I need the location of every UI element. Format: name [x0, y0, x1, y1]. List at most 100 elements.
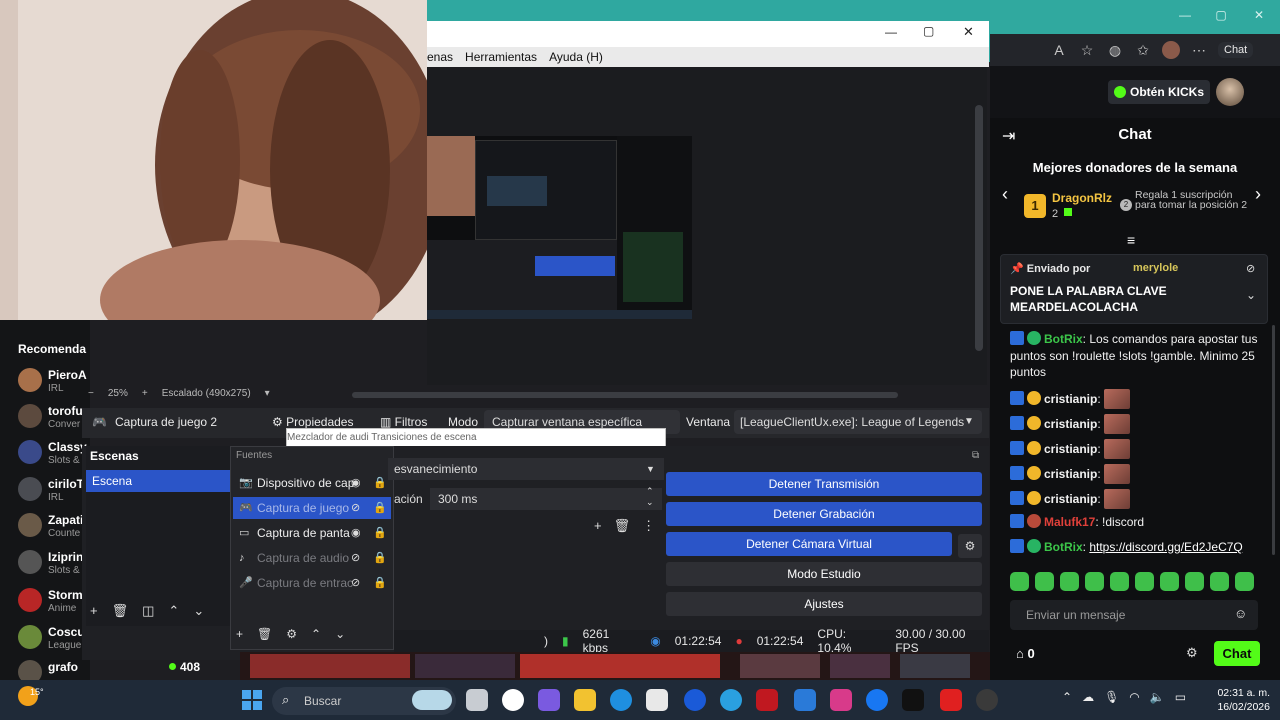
dock-tabs[interactable]: Mezclador de audi Transiciones de escena [286, 428, 666, 448]
add-icon[interactable]: + [594, 518, 602, 536]
mcafee-icon[interactable] [756, 689, 778, 711]
favorites-icon[interactable]: ✩ [1134, 41, 1152, 59]
eye-hidden-icon[interactable]: ⊘ [351, 497, 360, 519]
zoom-out-icon[interactable]: − [88, 388, 94, 399]
source-item[interactable]: ♪ Captura de audio ⊘ 🔒 [233, 547, 391, 569]
settings-button[interactable]: Ajustes [666, 592, 982, 616]
clock[interactable]: 02:31 a. m. 16/02/2026 [1210, 686, 1270, 714]
lock-icon[interactable]: 🔒 [373, 522, 387, 544]
gear-icon[interactable]: ⚙ [1186, 645, 1198, 661]
emote-icon[interactable] [1085, 572, 1104, 591]
edge-icon[interactable] [610, 689, 632, 711]
extension-icon[interactable]: ◍ [1106, 41, 1124, 59]
channel-points[interactable]: ⌂ 0 [1016, 646, 1035, 661]
copilot-chat-button[interactable]: Chat [1218, 42, 1254, 58]
start-icon[interactable] [242, 690, 262, 710]
preview-scrollbar-vertical[interactable] [975, 105, 983, 351]
source-item[interactable]: 🎤 Captura de entrac ⊘ 🔒 [233, 572, 391, 594]
gear-icon[interactable]: ⚙ [958, 534, 982, 558]
instagram-icon[interactable] [830, 689, 852, 711]
add-icon[interactable]: + [90, 603, 98, 621]
source-item[interactable]: 📷 Dispositivo de cap ◉ 🔒 [233, 472, 391, 494]
chevron-down-icon[interactable]: ▼ [646, 464, 655, 474]
eye-hidden-icon[interactable]: ⊘ [351, 547, 360, 569]
store-icon[interactable] [646, 689, 668, 711]
stop-virtual-camera-button[interactable]: Detener Cámara Virtual [666, 532, 952, 556]
trash-icon[interactable]: 🗑 [257, 627, 272, 645]
read-aloud-icon[interactable]: A [1050, 41, 1068, 59]
source-item[interactable]: 🎮 Captura de juego ⊘ 🔒 [233, 497, 391, 519]
mail-icon[interactable] [794, 689, 816, 711]
trash-icon[interactable]: 🗑 [112, 603, 129, 621]
emote-icon[interactable] [1135, 572, 1154, 591]
send-chat-button[interactable]: Chat [1214, 641, 1260, 666]
emoji-icon[interactable]: ☺ [1234, 606, 1247, 621]
source-item[interactable]: ▭ Captura de panta ◉ 🔒 [233, 522, 391, 544]
stepper-icon[interactable]: ⌃ ⌄ [646, 486, 654, 508]
chevron-up-icon[interactable]: ⌃ [311, 627, 321, 645]
facebook-icon[interactable] [866, 689, 888, 711]
emote-icon[interactable] [1010, 572, 1029, 591]
close-icon[interactable]: ✕ [1244, 8, 1274, 26]
tiktok-icon[interactable] [902, 689, 924, 711]
scene-item[interactable]: Escena [86, 470, 230, 492]
emote-icon[interactable] [1185, 572, 1204, 591]
eye-hidden-icon[interactable]: ⊘ [351, 572, 360, 594]
app-icon[interactable] [720, 689, 742, 711]
chevron-left-icon[interactable]: ‹ [1002, 184, 1008, 205]
chrome-icon[interactable] [502, 689, 524, 711]
chat-username[interactable]: cristianip [1044, 492, 1097, 506]
profile-icon[interactable] [1162, 41, 1180, 59]
chevron-up-icon[interactable]: ⌃ [168, 603, 179, 621]
recommended-channel[interactable]: PieroA IRL [18, 368, 98, 404]
chat-username[interactable]: cristianip [1044, 442, 1097, 456]
lock-icon[interactable]: 🔒 [373, 497, 387, 519]
menu-tools[interactable]: Herramientas [465, 50, 537, 64]
task-view-icon[interactable] [466, 689, 488, 711]
lock-icon[interactable]: 🔒 [373, 472, 387, 494]
filter-icon[interactable]: ◫ [142, 603, 154, 621]
more-icon[interactable]: ⋮ [642, 518, 655, 536]
gear-icon[interactable]: ⚙ [286, 627, 297, 645]
eye-icon[interactable]: ◉ [351, 522, 361, 544]
emote-icon[interactable] [1110, 572, 1129, 591]
chat-username[interactable]: Malufk17 [1044, 515, 1095, 529]
lock-icon[interactable]: 🔒 [373, 547, 387, 569]
menu-scenes[interactable]: enas [427, 50, 453, 64]
chevron-down-icon[interactable]: ▼ [964, 416, 974, 427]
eye-icon[interactable]: ◉ [351, 472, 361, 494]
obs-icon[interactable] [976, 689, 998, 711]
chat-input[interactable]: Enviar un mensaje [1010, 600, 1258, 630]
chat-username[interactable]: cristianip [1044, 417, 1097, 431]
preview-scrollbar-horizontal[interactable] [352, 392, 898, 398]
youtube-icon[interactable] [940, 689, 962, 711]
donor-promo-text[interactable]: Regala 1 suscripción para tomar la posic… [1135, 190, 1250, 211]
pinned-toggle-icon[interactable]: ≡ [1127, 232, 1135, 248]
file-explorer-icon[interactable] [574, 689, 596, 711]
chevron-down-icon[interactable]: ⌄ [193, 603, 204, 621]
transition-select[interactable]: esvanecimiento [388, 458, 664, 480]
maximize-icon[interactable]: ▢ [1206, 8, 1236, 26]
chat-username[interactable]: cristianip [1044, 392, 1097, 406]
popout-icon[interactable]: ⧉ [972, 450, 979, 461]
cloud-icon[interactable]: ☁ [1082, 690, 1094, 710]
duration-input[interactable]: 300 ms [430, 488, 662, 510]
chevron-up-icon[interactable]: ⌃ [1062, 690, 1072, 710]
battery-icon[interactable]: ▭ [1175, 690, 1186, 710]
minimize-icon[interactable]: — [885, 25, 897, 39]
chevron-down-icon[interactable]: ⌄ [335, 627, 345, 645]
lock-icon[interactable]: 🔒 [373, 572, 387, 594]
emote-icon[interactable] [1160, 572, 1179, 591]
maximize-icon[interactable]: ▢ [923, 24, 934, 38]
chevron-down-icon[interactable]: ⌄ [1246, 288, 1256, 302]
menu-help[interactable]: Ayuda (H) [549, 50, 603, 64]
filters-button[interactable]: ▥ Filtros [380, 415, 427, 429]
hide-pinned-icon[interactable]: ⊘ [1246, 262, 1255, 275]
emote-icon[interactable] [1210, 572, 1229, 591]
trash-icon[interactable]: 🗑 [614, 518, 631, 536]
emote-icon[interactable] [1035, 572, 1054, 591]
hp-icon[interactable] [684, 689, 706, 711]
add-icon[interactable]: + [236, 627, 243, 645]
chat-username[interactable]: BotRix [1044, 540, 1083, 554]
emote-icon[interactable] [1060, 572, 1079, 591]
